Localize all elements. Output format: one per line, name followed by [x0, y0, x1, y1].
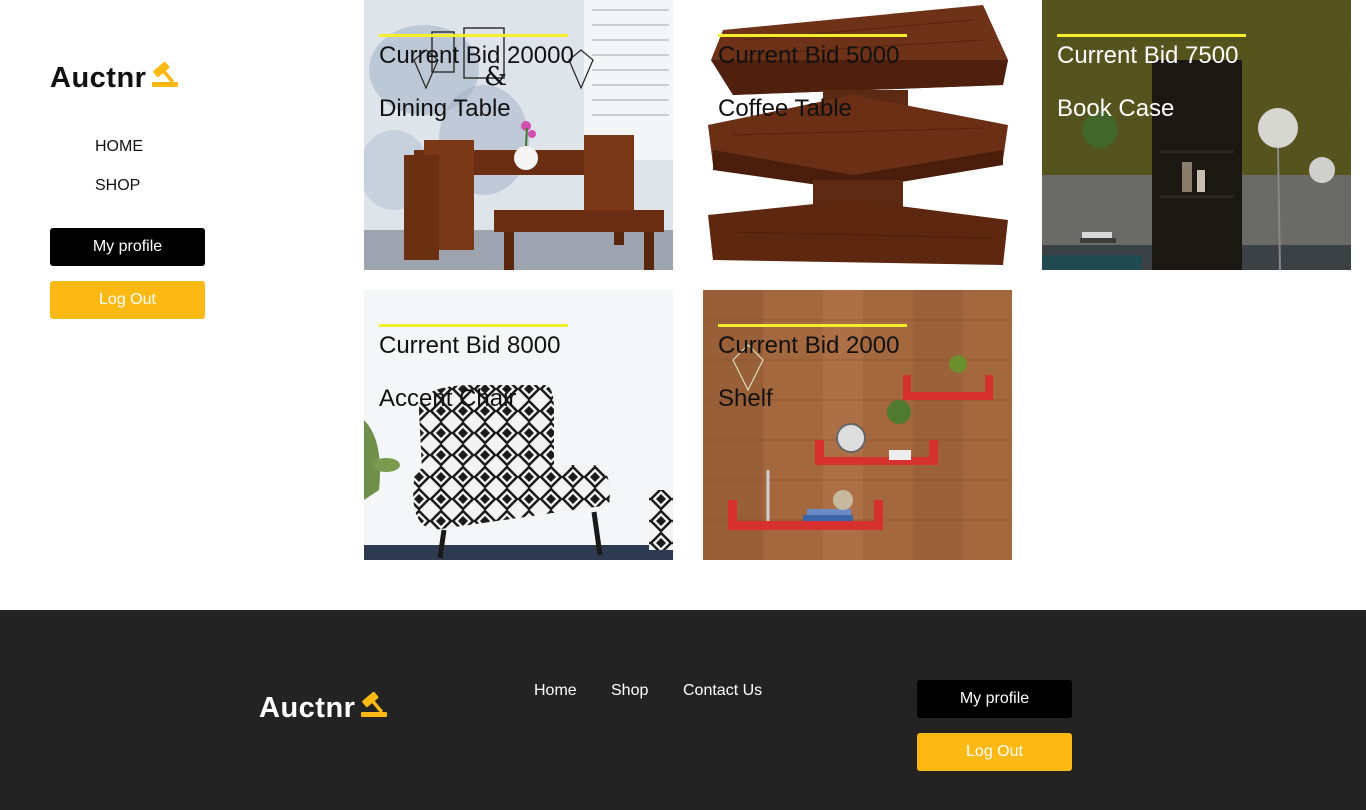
- product-name[interactable]: Book Case: [1057, 95, 1174, 123]
- book-case-photo: [1042, 0, 1351, 270]
- current-bid-label: Current Bid 2000: [718, 332, 900, 359]
- dining-table-photo: &: [364, 0, 673, 270]
- brand-name: Auctnr: [50, 61, 147, 94]
- product-card-book-case[interactable]: Current Bid 7500 Book Case: [1042, 0, 1351, 270]
- product-name[interactable]: Dining Table: [379, 95, 511, 123]
- product-card-accent-chair[interactable]: Current Bid 8000 Accent Chair: [364, 290, 673, 560]
- product-name[interactable]: Accent Chair: [379, 385, 516, 413]
- footer-contact-link[interactable]: Contact Us: [683, 682, 762, 700]
- my-profile-button[interactable]: My profile: [50, 228, 205, 266]
- current-bid-label: Current Bid 20000: [379, 42, 574, 69]
- current-bid-label: Current Bid 5000: [718, 42, 900, 69]
- brand-logo[interactable]: Auctnr: [50, 60, 182, 96]
- shelf-photo: [703, 290, 1012, 560]
- sidebar: Auctnr HOME SHOP My profile Log Out: [0, 0, 340, 610]
- bid-accent-line: [379, 324, 568, 327]
- product-card-coffee-table[interactable]: Current Bid 5000 Coffee Table: [703, 0, 1012, 270]
- bid-accent-line: [718, 34, 907, 37]
- nav-shop-link[interactable]: SHOP: [95, 177, 140, 195]
- product-card-dining-table[interactable]: & Current Bid 20000 Dining Table: [364, 0, 673, 270]
- footer-log-out-button[interactable]: Log Out: [917, 733, 1072, 771]
- gavel-icon: [150, 60, 182, 96]
- current-bid-label: Current Bid 7500: [1057, 42, 1239, 69]
- footer-brand-logo[interactable]: Auctnr: [259, 690, 391, 726]
- gavel-icon: [359, 690, 391, 726]
- nav-home-link[interactable]: HOME: [95, 138, 143, 156]
- bid-accent-line: [379, 34, 568, 37]
- product-name[interactable]: Coffee Table: [718, 95, 852, 123]
- bid-accent-line: [1057, 34, 1246, 37]
- footer-shop-link[interactable]: Shop: [611, 682, 648, 700]
- coffee-table-photo: [703, 0, 1012, 270]
- product-name[interactable]: Shelf: [718, 385, 773, 413]
- current-bid-label: Current Bid 8000: [379, 332, 561, 359]
- accent-chair-photo: [364, 290, 673, 560]
- footer-home-link[interactable]: Home: [534, 682, 577, 700]
- brand-name: Auctnr: [259, 691, 356, 724]
- log-out-button[interactable]: Log Out: [50, 281, 205, 319]
- footer-my-profile-button[interactable]: My profile: [917, 680, 1072, 718]
- bid-accent-line: [718, 324, 907, 327]
- product-card-shelf[interactable]: Current Bid 2000 Shelf: [703, 290, 1012, 560]
- site-footer: Auctnr Home Shop Contact Us My profile L…: [0, 610, 1366, 810]
